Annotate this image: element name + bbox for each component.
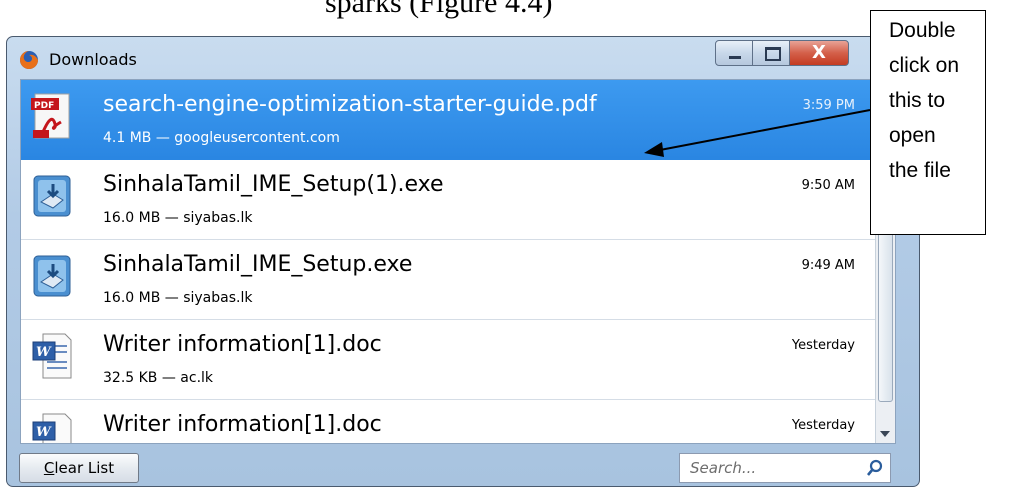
callout-line: the file bbox=[889, 159, 951, 182]
downloads-window: Downloads X PDF search-engine-optimizati… bbox=[6, 36, 920, 487]
search-field[interactable]: Search... bbox=[679, 453, 891, 483]
firefox-icon bbox=[20, 51, 38, 69]
close-button[interactable]: X bbox=[789, 40, 849, 66]
download-item-4[interactable]: W Writer information[1].doc 32.5 KB — ac… bbox=[21, 320, 877, 400]
callout-line: click on bbox=[889, 54, 960, 77]
callout-line: this to bbox=[889, 89, 946, 112]
callout-line: open bbox=[889, 124, 936, 147]
document-heading: sparks (Figure 4.4) bbox=[325, 0, 553, 19]
download-file-name: search-engine-optimization-starter-guide… bbox=[103, 92, 597, 117]
maximize-button[interactable] bbox=[752, 40, 790, 66]
download-file-meta: 4.1 MB — googleusercontent.com bbox=[103, 130, 340, 146]
annotation-callout: Double click on this to open the file bbox=[870, 10, 986, 235]
download-file-meta: 32.5 KB — ac.lk bbox=[103, 370, 214, 386]
download-time: Yesterday bbox=[791, 418, 855, 433]
search-placeholder: Search... bbox=[690, 459, 757, 477]
download-item-3[interactable]: SinhalaTamil_IME_Setup.exe 16.0 MB — siy… bbox=[21, 240, 877, 320]
download-file-name: Writer information[1].doc bbox=[103, 412, 382, 437]
callout-line: Double bbox=[889, 19, 956, 42]
clear-list-label: lear List bbox=[54, 459, 115, 477]
download-file-name: Writer information[1].doc bbox=[103, 332, 382, 357]
download-item-2[interactable]: SinhalaTamil_IME_Setup(1).exe 16.0 MB — … bbox=[21, 160, 877, 240]
title-bar[interactable]: Downloads X bbox=[7, 37, 919, 79]
clear-list-accesskey: C bbox=[43, 459, 55, 477]
download-item-5[interactable]: W Writer information[1].doc Yesterday bbox=[21, 400, 877, 443]
word-doc-icon: W bbox=[32, 333, 72, 379]
download-time: 3:59 PM bbox=[802, 98, 855, 113]
svg-text:W: W bbox=[36, 345, 52, 360]
minimize-button[interactable] bbox=[715, 40, 753, 66]
word-doc-icon: W bbox=[32, 413, 72, 443]
download-file-meta: 16.0 MB — siyabas.lk bbox=[103, 210, 253, 226]
installer-icon bbox=[33, 175, 71, 217]
installer-icon bbox=[33, 255, 71, 297]
download-time: 9:49 AM bbox=[801, 258, 855, 273]
search-icon[interactable] bbox=[866, 459, 884, 477]
download-file-meta: 16.0 MB — siyabas.lk bbox=[103, 290, 253, 306]
download-time: Yesterday bbox=[791, 338, 855, 353]
download-time: 9:50 AM bbox=[801, 178, 855, 193]
pdf-icon: PDF bbox=[31, 93, 70, 139]
downloads-list[interactable]: PDF search-engine-optimization-starter-g… bbox=[20, 79, 896, 444]
download-file-name: SinhalaTamil_IME_Setup(1).exe bbox=[103, 172, 444, 197]
clear-list-button[interactable]: Clear List bbox=[19, 453, 139, 483]
svg-text:W: W bbox=[36, 425, 52, 440]
svg-text:PDF: PDF bbox=[34, 101, 54, 111]
download-item-1[interactable]: PDF search-engine-optimization-starter-g… bbox=[21, 80, 877, 160]
window-title: Downloads bbox=[49, 50, 137, 69]
scroll-down-arrow-icon[interactable] bbox=[880, 431, 890, 437]
download-file-name: SinhalaTamil_IME_Setup.exe bbox=[103, 252, 413, 277]
